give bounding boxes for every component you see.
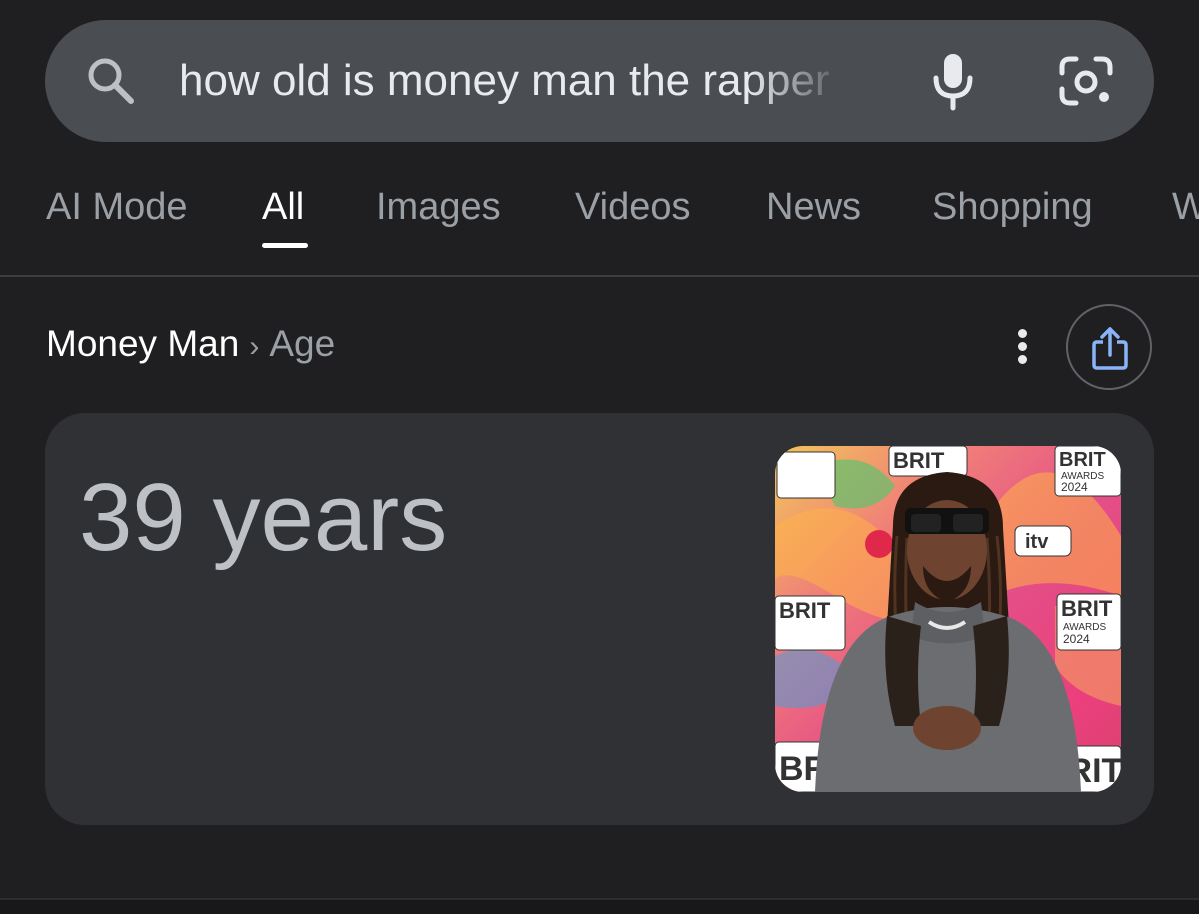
search-tabs: AI Mode All Images Videos News Shopping …: [0, 160, 1199, 277]
tab-videos[interactable]: Videos: [575, 184, 691, 230]
microphone-icon[interactable]: [931, 52, 975, 112]
entity-photo[interactable]: BRIT BRIT AWARDS 2024 BRIT BRIT AWARDS 2…: [775, 446, 1121, 792]
tab-images[interactable]: Images: [376, 184, 501, 230]
answer-card[interactable]: 39 years BRIT BRIT AWARDS 2024 BRIT BRIT…: [45, 413, 1154, 825]
tab-ai-mode[interactable]: AI Mode: [46, 184, 188, 230]
active-tab-indicator: [262, 243, 308, 248]
search-icon[interactable]: [85, 55, 137, 107]
breadcrumb: Money Man › Age: [46, 320, 335, 371]
share-icon: [1092, 327, 1128, 370]
photo-illustration: BRIT BRIT AWARDS 2024 BRIT BRIT AWARDS 2…: [775, 446, 1121, 792]
backdrop-brit-text: BRIT: [893, 448, 945, 473]
tab-news[interactable]: News: [766, 184, 861, 230]
answer-value: 39 years: [79, 464, 448, 571]
tab-shopping[interactable]: Shopping: [932, 184, 1093, 230]
tab-all[interactable]: All: [262, 184, 304, 230]
section-divider: [0, 898, 1199, 914]
search-input[interactable]: how old is money man the rapper: [179, 53, 849, 109]
breadcrumb-entity[interactable]: Money Man: [46, 323, 239, 364]
backdrop-year-text: 2024: [1063, 632, 1090, 646]
breadcrumb-attribute: Age: [269, 323, 336, 364]
more-vert-icon[interactable]: [1012, 327, 1034, 367]
backdrop-year-text: 2024: [1061, 480, 1088, 494]
google-lens-icon[interactable]: [1058, 55, 1114, 107]
backdrop-brit-text: BRIT: [1059, 449, 1106, 471]
search-results-page: how old is money man the rapper AI Mode …: [0, 0, 1199, 914]
backdrop-itv-text: itv: [1025, 531, 1049, 553]
backdrop-brit-text: BRIT: [779, 598, 831, 623]
backdrop-brit-text: BRIT: [1061, 596, 1113, 621]
tab-web[interactable]: W: [1172, 184, 1199, 230]
breadcrumb-separator: ›: [249, 330, 260, 363]
share-button[interactable]: [1066, 304, 1152, 390]
search-bar[interactable]: how old is money man the rapper: [45, 20, 1154, 142]
